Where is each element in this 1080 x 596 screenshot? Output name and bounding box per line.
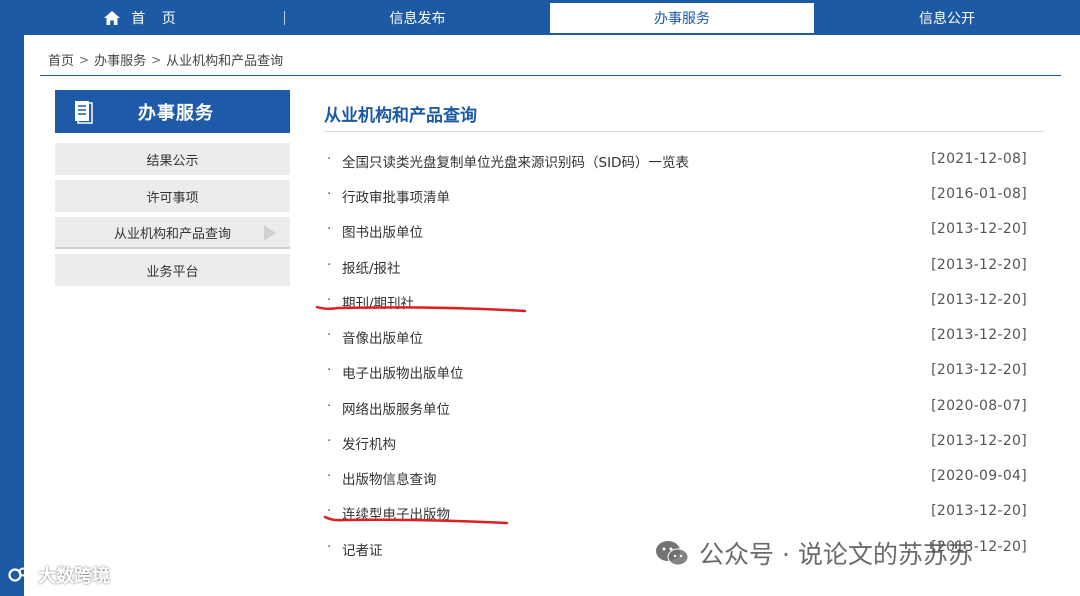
list-item-date: [2013-12-20] [931,362,1027,378]
list-item: · 音像出版单位 [2013-12-20] [324,327,1027,347]
section-title: 从业机构和产品查询 [324,106,477,126]
list-item-date: [2013-12-20] [931,292,1027,308]
home-icon [104,11,121,25]
sidebar-item-institution-query[interactable]: 从业机构和产品查询 [55,217,290,249]
bullet: · [327,433,332,449]
list-item: · 报纸/报社 [2013-12-20] [324,257,1027,277]
sidebar-title: 办事服务 [138,102,214,124]
list-item-link[interactable]: 行政审批事项清单 [342,186,450,206]
list-item: · 发行机构 [2013-12-20] [324,433,1027,453]
watermark-right-text: 公众号 · 说论文的苏苏苏 [699,540,973,569]
sidebar-item-label: 许可事项 [146,190,199,206]
list-item: · 电子出版物出版单位 [2013-12-20] [324,362,1027,382]
list-item: · 行政审批事项清单 [2016-01-08] [324,186,1027,206]
list-item-date: [2013-12-20] [931,433,1027,449]
breadcrumb-services[interactable]: 办事服务 [94,50,146,69]
list-item-date: [2013-12-20] [931,503,1027,519]
red-underline-annotation [323,515,509,525]
list-item-link[interactable]: 出版物信息查询 [342,468,437,488]
red-underline-annotation [315,305,527,313]
sidebar-item-business-platform[interactable]: 业务平台 [55,254,290,286]
breadcrumb-home[interactable]: 首页 [48,50,74,69]
nav-info-disclosure[interactable]: 信息公开 [814,3,1080,33]
list-item-date: [2021-12-08] [931,151,1027,167]
list-item: · 出版物信息查询 [2020-09-04] [324,468,1027,488]
bullet: · [327,151,332,167]
sidebar-item-label: 从业机构和产品查询 [113,226,231,242]
breadcrumb-separator: > [79,52,90,67]
breadcrumb-current[interactable]: 从业机构和产品查询 [166,50,283,69]
list-item-link[interactable]: 发行机构 [342,433,396,453]
breadcrumb: 首页 > 办事服务 > 从业机构和产品查询 [48,50,283,70]
top-navigation: 首 页 信息发布 办事服务 信息公开 [0,3,1080,33]
bullet: · [327,468,332,484]
list-item: · 图书出版单位 [2013-12-20] [324,221,1027,241]
bullet: · [327,327,332,343]
list-item-link[interactable]: 图书出版单位 [342,221,423,241]
nav-services[interactable]: 办事服务 [550,3,814,33]
nav-home[interactable]: 首 页 [0,3,285,33]
list-item-link[interactable]: 报纸/报社 [342,257,401,277]
list-item-date: [2013-12-20] [931,221,1027,237]
breadcrumb-separator: > [151,52,162,67]
watermark-left: 大数跨境 [8,562,110,588]
nav-home-label: 首 页 [131,11,182,27]
list-item: · 网络出版服务单位 [2020-08-07] [324,398,1027,418]
sidebar-item-permits[interactable]: 许可事项 [55,180,290,212]
breadcrumb-divider [40,75,1061,76]
wechat-icon [656,541,689,566]
list-item-link[interactable]: 电子出版物出版单位 [342,362,464,382]
sidebar-header: 办事服务 [55,90,290,133]
list-item-date: [2013-12-20] [931,257,1027,273]
watermark-right: 公众号 · 说论文的苏苏苏 [655,535,973,571]
watermark-logo-icon [8,567,33,582]
bullet: · [327,186,332,202]
sidebar-item-label: 结果公示 [146,153,199,169]
list-item-date: [2016-01-08] [931,186,1027,202]
list-item-date: [2020-09-04] [931,468,1027,484]
sidebar-item-label: 业务平台 [146,264,199,280]
list-item-link[interactable]: 记者证 [342,539,383,559]
bullet: · [327,257,332,273]
section-divider [324,131,1044,132]
document-icon [75,100,93,124]
content-panel: 首页 > 办事服务 > 从业机构和产品查询 办事服务 结果公示 许可事项 从业机… [24,35,1080,596]
bullet: · [327,398,332,414]
list-item-link[interactable]: 全国只读类光盘复制单位光盘来源识别码（SID码）一览表 [342,151,689,171]
sidebar-item-results[interactable]: 结果公示 [55,143,290,175]
bullet: · [327,362,332,378]
list-item-link[interactable]: 音像出版单位 [342,327,423,347]
list-item-date: [2020-08-07] [931,398,1027,414]
list-item-link[interactable]: 网络出版服务单位 [342,398,450,418]
bullet: · [327,539,332,555]
list-item-date: [2013-12-20] [931,327,1027,343]
bullet: · [327,221,332,237]
chevron-right-icon [264,225,276,241]
list-item: · 全国只读类光盘复制单位光盘来源识别码（SID码）一览表 [2021-12-0… [324,151,1027,171]
watermark-left-text: 大数跨境 [38,566,110,587]
nav-info-release[interactable]: 信息发布 [285,3,550,33]
